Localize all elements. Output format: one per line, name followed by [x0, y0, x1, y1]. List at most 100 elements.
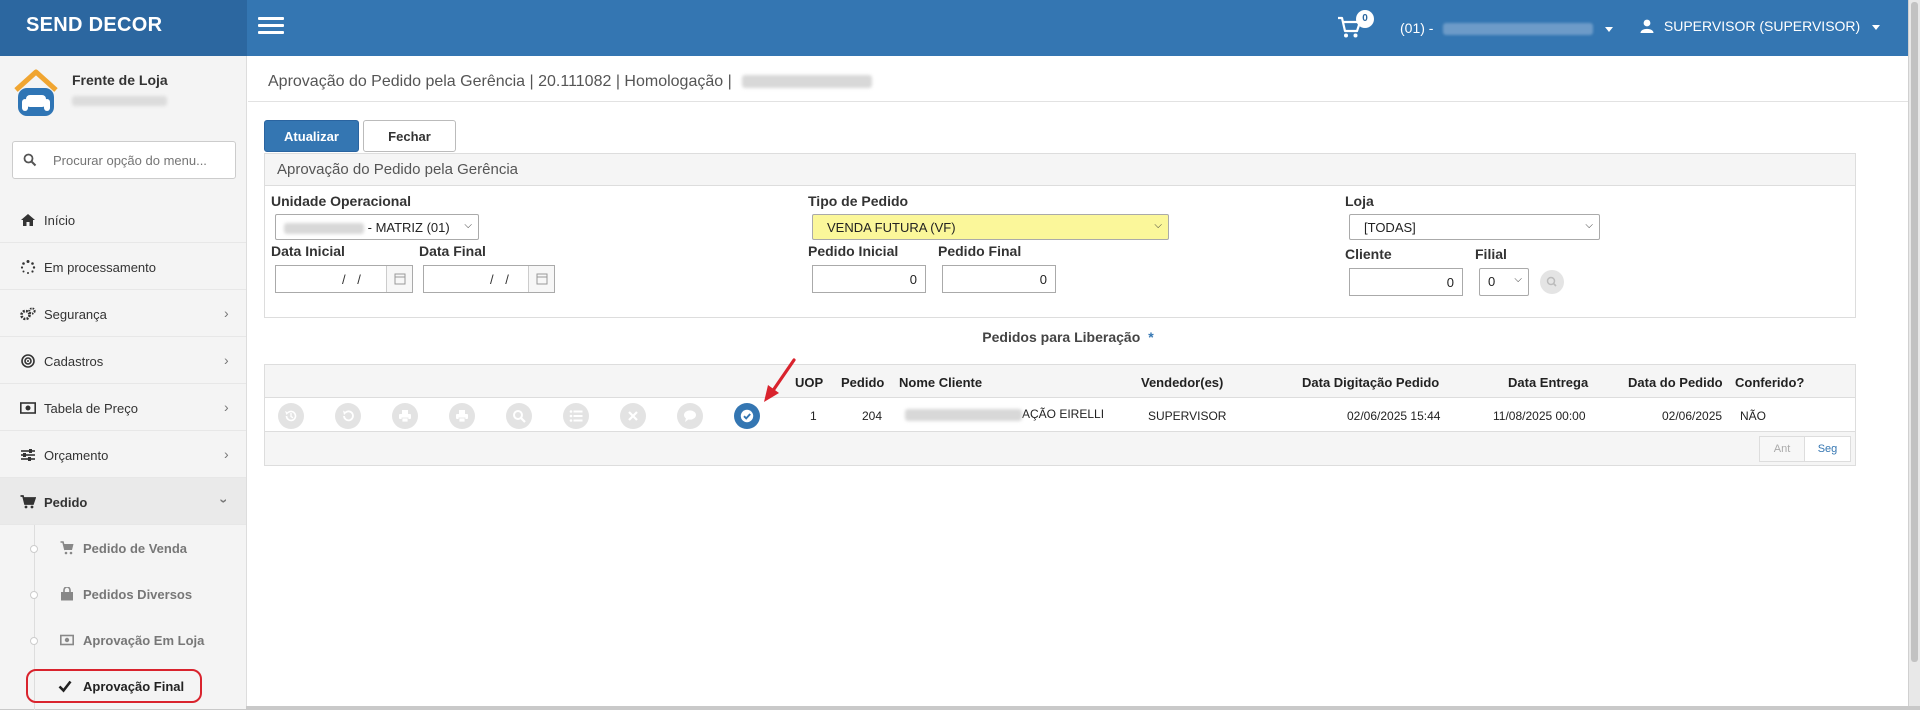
sidebar-item-label: Orçamento: [44, 448, 109, 463]
cliente-input[interactable]: 0: [1349, 268, 1463, 296]
sidebar-subitem-pedido-de-venda[interactable]: Pedido de Venda: [0, 525, 246, 571]
chevron-down-icon: ⌵: [1514, 274, 1522, 285]
items-list-button[interactable]: [563, 403, 589, 429]
tipo-pedido-select[interactable]: VENDA FUTURA (VF) ⌵: [812, 214, 1169, 240]
print-icon: [399, 410, 411, 423]
unidade-select[interactable]: - MATRIZ (01) ⌵: [275, 214, 479, 240]
chevron-right-icon: ›: [224, 352, 229, 368]
cell-nome-cliente: AÇÃO EIRELLI: [905, 407, 1104, 421]
page-title: Aprovação do Pedido pela Gerência | 20.1…: [248, 56, 1908, 102]
pager-next-button[interactable]: Seg: [1805, 437, 1850, 461]
cart-button[interactable]: 0: [1336, 10, 1374, 42]
money-icon: [20, 402, 36, 414]
close-button[interactable]: Fechar: [363, 120, 456, 152]
tree-node-dot: [30, 545, 38, 553]
chevron-down-icon: ›: [216, 498, 233, 504]
user-icon: [1640, 19, 1654, 33]
main-content: Aprovação do Pedido pela Gerência | 20.1…: [248, 56, 1908, 706]
pedido-inicial-input[interactable]: 0: [812, 265, 926, 293]
column-header-conferido[interactable]: Conferido?: [1735, 375, 1804, 390]
target-icon: [21, 354, 35, 368]
column-header-vendedores[interactable]: Vendedor(es): [1141, 375, 1223, 390]
sidebar-item-label: Início: [44, 213, 76, 228]
undo-button[interactable]: [335, 403, 361, 429]
calendar-button[interactable]: [386, 266, 412, 292]
brand-logo[interactable]: SEND DECOR: [0, 0, 247, 56]
pedido-final-input[interactable]: 0: [942, 265, 1056, 293]
column-header-nome-cliente[interactable]: Nome Cliente: [899, 375, 982, 390]
tipo-pedido-value: VENDA FUTURA (VF): [827, 220, 956, 235]
cliente-search-button[interactable]: [1540, 270, 1564, 294]
sidebar-item-em-processamento[interactable]: Em processamento: [0, 243, 246, 290]
calendar-button[interactable]: [528, 266, 554, 292]
sidebar-submenu-pedido: Pedido de Venda Pedidos Diversos Aprovaç…: [0, 525, 246, 710]
menu-toggle-icon[interactable]: [258, 17, 284, 37]
sidebar-item-inicio[interactable]: Início: [0, 196, 246, 243]
grid-header: UOP Pedido Nome Cliente Vendedor(es) Dat…: [265, 365, 1855, 398]
print-button[interactable]: [392, 403, 418, 429]
redacted-unit-name: [1443, 23, 1594, 36]
comment-button[interactable]: [677, 403, 703, 429]
spinner-icon: [20, 260, 36, 274]
filial-value: 0: [1488, 274, 1496, 289]
pager: Ant Seg: [1759, 436, 1851, 462]
approve-button[interactable]: [734, 403, 760, 429]
window-scrollbar[interactable]: [1908, 0, 1920, 706]
sidebar-subitem-label: Pedido de Venda: [83, 541, 188, 556]
sidebar-subitem-aprovacao-em-loja[interactable]: Aprovação Em Loja: [0, 617, 246, 663]
cart-count-badge: 0: [1356, 10, 1374, 28]
search-icon: [1546, 276, 1557, 287]
data-final-input[interactable]: / /: [423, 265, 555, 293]
search-icon: [23, 153, 37, 167]
cell-nome-cliente-suffix: AÇÃO EIRELLI: [1022, 407, 1105, 421]
sidebar-item-cadastros[interactable]: Cadastros ›: [0, 337, 246, 384]
scrollbar-thumb[interactable]: [1911, 2, 1918, 662]
top-bar: SEND DECOR 0 (01) - SUPERVISOR (SUPERVIS…: [0, 0, 1908, 56]
loja-select[interactable]: [TODAS] ⌵: [1349, 214, 1600, 240]
sidebar-profile: Frente de Loja: [0, 56, 246, 128]
pager-prev-button[interactable]: Ant: [1760, 437, 1805, 461]
filial-select[interactable]: 0 ⌵: [1479, 268, 1529, 296]
view-button[interactable]: [506, 403, 532, 429]
data-inicial-label: Data Inicial: [271, 243, 345, 259]
sidebar-item-orcamento[interactable]: Orçamento ›: [0, 431, 246, 478]
table-row[interactable]: 1 204 AÇÃO EIRELLI SUPERVISOR 02/06/2025…: [265, 398, 1855, 432]
cart-icon: [60, 541, 74, 555]
cell-uop: 1: [810, 409, 817, 423]
cancel-button[interactable]: [620, 403, 646, 429]
chevron-down-icon: ⌵: [1154, 220, 1162, 231]
home-icon: [21, 214, 35, 226]
tree-node-dot: [30, 637, 38, 645]
column-header-data-entrega[interactable]: Data Entrega: [1508, 375, 1588, 390]
data-inicial-input[interactable]: / /: [275, 265, 413, 293]
unit-selector[interactable]: (01) -: [1400, 20, 1614, 36]
column-header-data-digitacao[interactable]: Data Digitação Pedido: [1302, 375, 1439, 390]
page-title-text: Aprovação do Pedido pela Gerência | 20.1…: [268, 73, 732, 90]
orders-grid: UOP Pedido Nome Cliente Vendedor(es) Dat…: [264, 364, 1856, 466]
grid-section-title: Pedidos para Liberação *: [248, 329, 1888, 345]
cell-data-entrega: 11/08/2025 00:00: [1493, 409, 1586, 423]
redacted-profile-subtitle: [72, 96, 167, 106]
chevron-right-icon: ›: [224, 399, 229, 415]
user-menu[interactable]: SUPERVISOR (SUPERVISOR): [1640, 18, 1881, 34]
menu-search-box[interactable]: [12, 141, 236, 179]
cancel-icon: [628, 411, 638, 421]
print-alt-button[interactable]: [449, 403, 475, 429]
column-header-data-pedido[interactable]: Data do Pedido: [1628, 375, 1723, 390]
sidebar-subitem-label: Pedidos Diversos: [83, 587, 193, 602]
sidebar-item-pedido[interactable]: Pedido ›: [0, 478, 246, 525]
sidebar-subitem-pedidos-diversos[interactable]: Pedidos Diversos: [0, 571, 246, 617]
chevron-down-icon: ⌵: [464, 220, 472, 231]
menu-search-input[interactable]: [53, 150, 228, 170]
refresh-button[interactable]: Atualizar: [264, 120, 359, 152]
column-header-pedido[interactable]: Pedido: [841, 375, 884, 390]
comment-icon: [684, 410, 696, 422]
cogs-icon: [20, 307, 36, 321]
shopping-bag-icon: [61, 587, 73, 601]
filial-label: Filial: [1475, 246, 1507, 262]
cell-vendedor: SUPERVISOR: [1148, 409, 1227, 423]
sidebar-item-tabela-de-preco[interactable]: Tabela de Preço ›: [0, 384, 246, 431]
history-button[interactable]: [278, 403, 304, 429]
pedido-final-label: Pedido Final: [938, 243, 1022, 259]
sidebar-item-seguranca[interactable]: Segurança ›: [0, 290, 246, 337]
